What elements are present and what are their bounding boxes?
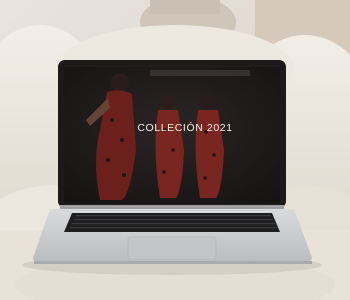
screen-dim-overlay <box>64 65 280 203</box>
vase-neck <box>150 0 220 14</box>
laptop-hinge <box>60 205 284 209</box>
photo-scene <box>0 0 350 300</box>
screen-collection-title: COLLECIÓN 2021 <box>137 122 233 134</box>
trackpad <box>127 236 217 260</box>
laptop <box>33 60 312 264</box>
laptop-front-edge <box>34 261 312 264</box>
